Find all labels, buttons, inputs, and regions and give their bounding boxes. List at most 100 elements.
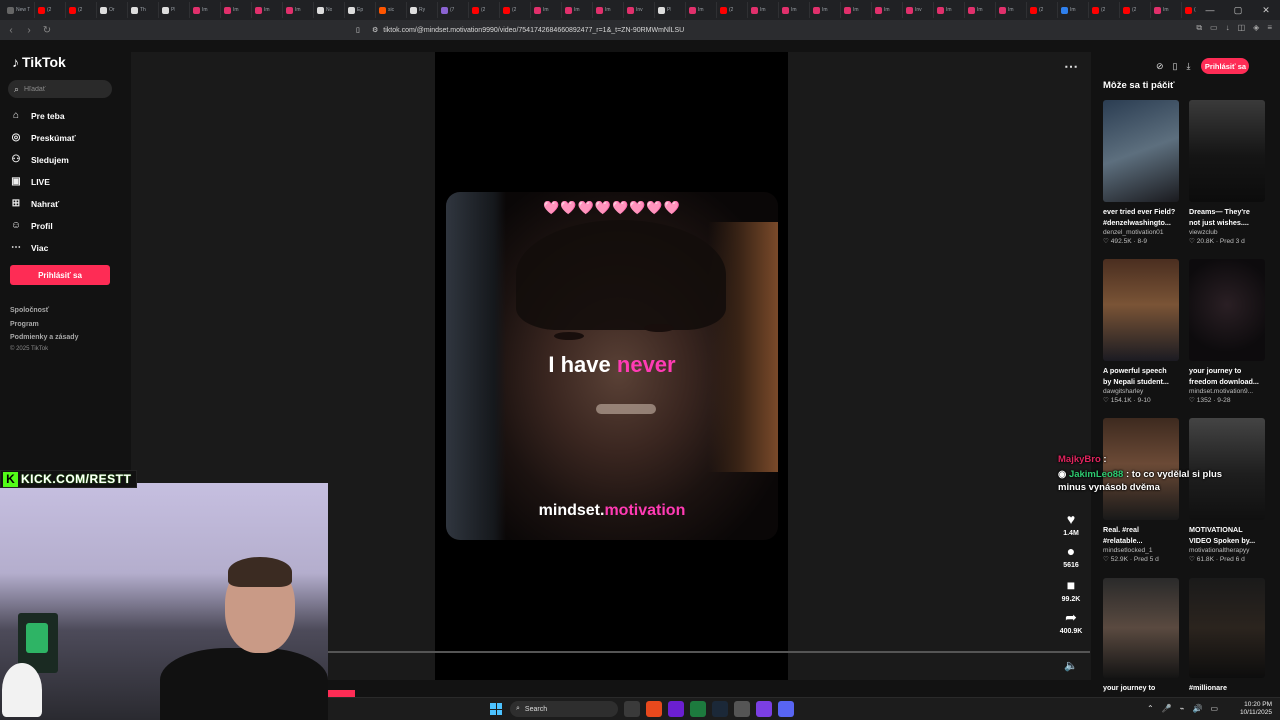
like-action[interactable]: ♥ 1.4M [1055, 512, 1087, 537]
browser-tab[interactable]: (2 [469, 2, 500, 18]
minimize-icon[interactable]: — [1196, 5, 1224, 15]
browser-tab[interactable]: New T [4, 2, 35, 18]
video-card[interactable]: ever tried ever Field? #denzelwashingto.… [1103, 100, 1179, 245]
chevron-up-icon[interactable]: ⌃ [1147, 704, 1154, 713]
browser-tab[interactable]: Im [593, 2, 624, 18]
browser-tab[interactable]: Im [996, 2, 1027, 18]
footer-link-program[interactable]: Program [10, 321, 39, 328]
more-options-icon[interactable]: ⋯ [1064, 58, 1078, 75]
login-button[interactable]: Prihlásiť sa [10, 265, 110, 285]
browser-tab[interactable]: (2 [717, 2, 748, 18]
browser-tab[interactable]: sic [376, 2, 407, 18]
browser-tab[interactable]: Ep [345, 2, 376, 18]
browser-tab[interactable]: Im [686, 2, 717, 18]
system-clock[interactable]: 10:20 PM 10/11/2025 [1240, 701, 1272, 717]
excel-icon[interactable] [690, 701, 706, 717]
video-thumbnail[interactable] [1189, 578, 1265, 678]
video-thumbnail[interactable] [1103, 578, 1179, 678]
sidebar-item-following[interactable]: ⚇ Sledujem [10, 154, 69, 165]
discord-icon[interactable] [778, 701, 794, 717]
sidebar-item-upload[interactable]: ⊞ Nahrať [10, 198, 59, 209]
sidebar-item-more[interactable]: ⋯ Viac [10, 242, 48, 253]
browser-tab[interactable]: (2 [66, 2, 97, 18]
sidebar-item-profile[interactable]: ☺ Profil [10, 220, 53, 231]
task-view-icon[interactable] [624, 701, 640, 717]
site-info-icon[interactable]: ⚙ [372, 26, 378, 34]
header-login-button[interactable]: Prihlásiť sa [1201, 58, 1250, 74]
app-icon[interactable] [668, 701, 684, 717]
browser-tab[interactable]: Inv [903, 2, 934, 18]
browser-tab[interactable]: Or [97, 2, 128, 18]
sidebar-item-live[interactable]: ▣ LIVE [10, 176, 50, 187]
back-icon[interactable]: ‹ [4, 25, 18, 36]
search-input[interactable] [24, 85, 105, 93]
browser-tab[interactable]: Inv [624, 2, 655, 18]
browser-tab[interactable]: Im [1151, 2, 1182, 18]
video-thumbnail[interactable] [1189, 100, 1265, 202]
browser-tab[interactable]: (2 [1027, 2, 1058, 18]
video-card[interactable]: your journey to [1103, 578, 1179, 693]
volume-icon[interactable]: 🔈 [1064, 659, 1078, 672]
sidebar-icon[interactable]: ▭ [1210, 23, 1218, 33]
browser-tab[interactable]: Im [841, 2, 872, 18]
browser-tab[interactable]: Pl [159, 2, 190, 18]
card-author[interactable]: viewzclub [1189, 229, 1265, 236]
maximize-icon[interactable]: ▢ [1224, 5, 1252, 16]
sidebar-item-for-you[interactable]: ⌂ Pre teba [10, 110, 65, 121]
share-action[interactable]: ➦ 400.9K [1055, 610, 1087, 635]
video-thumbnail[interactable] [1103, 259, 1179, 361]
close-window-icon[interactable]: ✕ [1252, 5, 1280, 16]
card-author[interactable]: mindset.motivation9... [1189, 388, 1265, 395]
mic-icon[interactable]: 🎤 [1162, 704, 1172, 713]
video-card[interactable]: Dreams— They're not just wishes.... view… [1189, 100, 1265, 245]
browser-tab[interactable]: Pl [655, 2, 686, 18]
coin-icon[interactable]: ⊘ [1156, 61, 1164, 72]
windows-start-icon[interactable] [490, 703, 502, 715]
video-thumbnail[interactable] [1189, 259, 1265, 361]
comment-action[interactable]: ● 5616 [1055, 544, 1087, 569]
browser-tab[interactable]: Im [748, 2, 779, 18]
browser-tab[interactable]: (2 [1120, 2, 1151, 18]
steam-icon[interactable] [712, 701, 728, 717]
card-author[interactable]: dawgitsharley [1103, 388, 1179, 395]
device-icon[interactable]: ▯ [1173, 61, 1178, 72]
browser-tab[interactable]: (2 [500, 2, 531, 18]
card-author[interactable]: motivationaltherapyy [1189, 547, 1265, 554]
browser-tab[interactable]: Im [965, 2, 996, 18]
browser-tab[interactable]: No [314, 2, 345, 18]
video-frame[interactable]: 🩷🩷🩷🩷🩷🩷🩷🩷 I have never mindset.motivation [446, 192, 778, 540]
browser-tab[interactable]: (2 [1089, 2, 1120, 18]
browser-tab[interactable]: Th [128, 2, 159, 18]
download-app-icon[interactable]: ⤓ [1187, 61, 1191, 72]
menu-icon[interactable]: ≡ [1267, 23, 1272, 33]
battery-icon[interactable]: ▭ [1210, 704, 1218, 713]
browser-tab[interactable]: Im [934, 2, 965, 18]
video-progress-bar[interactable] [328, 651, 1090, 653]
reload-icon[interactable]: ↻ [40, 25, 54, 36]
browser-tab[interactable]: (2 [35, 2, 66, 18]
url-field[interactable]: ▯ ⚙ tiktok.com/@mindset.motivation9990/v… [356, 23, 912, 37]
browser-tab[interactable]: Ry [407, 2, 438, 18]
settings-icon[interactable] [734, 701, 750, 717]
browser-tab[interactable]: Im [562, 2, 593, 18]
footer-link-terms[interactable]: Podmienky a zásady [10, 334, 78, 341]
browser-tab[interactable]: (7 [438, 2, 469, 18]
extensions-icon[interactable]: ⧉ [1196, 23, 1202, 33]
card-author[interactable]: mindsetlocked_1 [1103, 547, 1179, 554]
sidebar-item-explore[interactable]: ◎ Preskúmať [10, 132, 76, 143]
video-card[interactable]: your journey to freedom download... mind… [1189, 259, 1265, 404]
search-box[interactable]: ⌕ [8, 80, 112, 98]
browser-tab[interactable]: Im [221, 2, 252, 18]
speaker-icon[interactable]: 🔊 [1192, 704, 1202, 713]
bookmark-action[interactable]: ■ 99.2K [1055, 578, 1087, 603]
browser-tab[interactable]: Im [283, 2, 314, 18]
tiktok-logo[interactable]: ♪ TikTok [12, 54, 66, 70]
brave-icon[interactable] [646, 701, 662, 717]
browser-tab[interactable]: Im [810, 2, 841, 18]
shield-icon[interactable]: ◈ [1253, 23, 1259, 33]
network-icon[interactable]: ⌁ [1180, 704, 1185, 713]
video-card[interactable]: #millionare [1189, 578, 1265, 693]
wallet-icon[interactable]: ◫ [1238, 23, 1246, 33]
browser-tab[interactable]: Im [1058, 2, 1089, 18]
taskbar-search[interactable]: ⌕ Search [510, 701, 618, 717]
